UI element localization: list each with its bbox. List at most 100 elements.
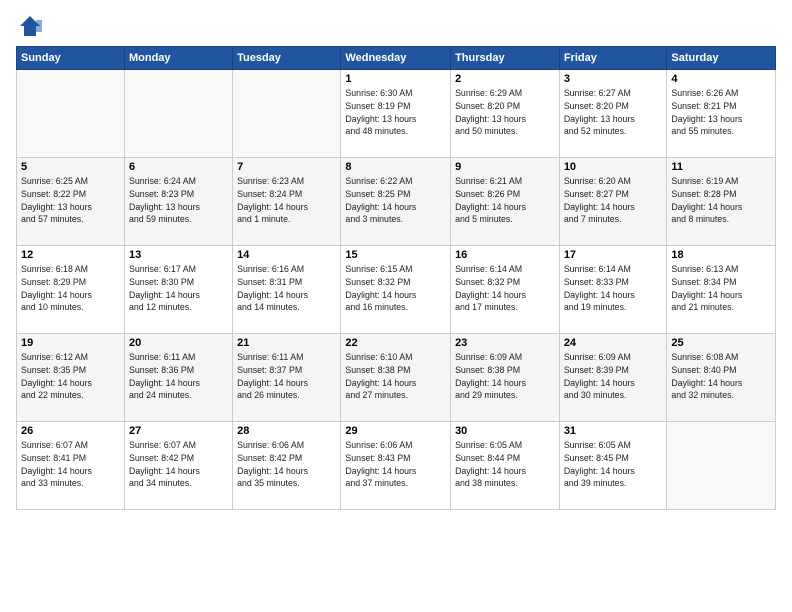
day-cell: 19 Sunrise: 6:12 AM Sunset: 8:35 PM Dayli…: [17, 334, 125, 422]
day-info: Sunrise: 6:05 AM Sunset: 8:44 PM Dayligh…: [455, 439, 555, 490]
day-cell: 26 Sunrise: 6:07 AM Sunset: 8:41 PM Dayli…: [17, 422, 125, 510]
day-info: Sunrise: 6:09 AM Sunset: 8:39 PM Dayligh…: [564, 351, 663, 402]
day-number: 23: [455, 337, 555, 349]
day-number: 7: [237, 161, 336, 173]
day-cell: 4 Sunrise: 6:26 AM Sunset: 8:21 PM Daylig…: [667, 70, 776, 158]
day-number: 19: [21, 337, 120, 349]
day-cell: 14 Sunrise: 6:16 AM Sunset: 8:31 PM Dayli…: [233, 246, 341, 334]
day-info: Sunrise: 6:26 AM Sunset: 8:21 PM Dayligh…: [671, 87, 771, 138]
calendar-body: 1 Sunrise: 6:30 AM Sunset: 8:19 PM Daylig…: [17, 70, 776, 510]
day-number: 5: [21, 161, 120, 173]
day-number: 6: [129, 161, 228, 173]
week-row-1: 5 Sunrise: 6:25 AM Sunset: 8:22 PM Daylig…: [17, 158, 776, 246]
day-cell: 6 Sunrise: 6:24 AM Sunset: 8:23 PM Daylig…: [124, 158, 232, 246]
day-cell: 15Sunrise: 6:15 AM Sunset: 8:32 PM Dayli…: [341, 246, 451, 334]
header-cell-sunday: Sunday: [17, 47, 125, 70]
day-number: 16: [455, 249, 555, 261]
day-cell: 23 Sunrise: 6:09 AM Sunset: 8:38 PM Dayli…: [451, 334, 560, 422]
day-cell: 5 Sunrise: 6:25 AM Sunset: 8:22 PM Daylig…: [17, 158, 125, 246]
day-cell: 21Sunrise: 6:11 AM Sunset: 8:37 PM Dayli…: [233, 334, 341, 422]
day-info: Sunrise: 6:23 AM Sunset: 8:24 PM Dayligh…: [237, 175, 336, 226]
day-number: 13: [129, 249, 228, 261]
day-info: Sunrise: 6:18 AM Sunset: 8:29 PM Dayligh…: [21, 263, 120, 314]
week-row-2: 12 Sunrise: 6:18 AM Sunset: 8:29 PM Dayli…: [17, 246, 776, 334]
day-info: Sunrise: 6:22 AM Sunset: 8:25 PM Dayligh…: [345, 175, 446, 226]
day-info: Sunrise: 6:19 AM Sunset: 8:28 PM Dayligh…: [671, 175, 771, 226]
day-number: 2: [455, 73, 555, 85]
week-row-3: 19 Sunrise: 6:12 AM Sunset: 8:35 PM Dayli…: [17, 334, 776, 422]
day-number: 26: [21, 425, 120, 437]
day-info: Sunrise: 6:09 AM Sunset: 8:38 PM Dayligh…: [455, 351, 555, 402]
day-number: 18: [671, 249, 771, 261]
week-row-4: 26 Sunrise: 6:07 AM Sunset: 8:41 PM Dayli…: [17, 422, 776, 510]
day-cell: 16 Sunrise: 6:14 AM Sunset: 8:32 PM Dayli…: [451, 246, 560, 334]
day-info: Sunrise: 6:12 AM Sunset: 8:35 PM Dayligh…: [21, 351, 120, 402]
day-number: 29: [345, 425, 446, 437]
day-info: Sunrise: 6:11 AM Sunset: 8:37 PM Dayligh…: [237, 351, 336, 402]
calendar-table: SundayMondayTuesdayWednesdayThursdayFrid…: [16, 46, 776, 510]
logo: [16, 12, 48, 40]
header-cell-monday: Monday: [124, 47, 232, 70]
header-cell-thursday: Thursday: [451, 47, 560, 70]
day-info: Sunrise: 6:16 AM Sunset: 8:31 PM Dayligh…: [237, 263, 336, 314]
day-number: 12: [21, 249, 120, 261]
header-cell-saturday: Saturday: [667, 47, 776, 70]
day-number: 31: [564, 425, 663, 437]
day-number: 24: [564, 337, 663, 349]
day-number: 4: [671, 73, 771, 85]
day-cell: 12 Sunrise: 6:18 AM Sunset: 8:29 PM Dayli…: [17, 246, 125, 334]
header-cell-wednesday: Wednesday: [341, 47, 451, 70]
day-cell: 27Sunrise: 6:07 AM Sunset: 8:42 PM Dayli…: [124, 422, 232, 510]
day-number: 17: [564, 249, 663, 261]
day-number: 14: [237, 249, 336, 261]
day-info: Sunrise: 6:05 AM Sunset: 8:45 PM Dayligh…: [564, 439, 663, 490]
day-number: 1: [345, 73, 446, 85]
day-cell: [124, 70, 232, 158]
logo-icon: [16, 12, 44, 40]
day-number: 11: [671, 161, 771, 173]
day-cell: 20 Sunrise: 6:11 AM Sunset: 8:36 PM Dayli…: [124, 334, 232, 422]
day-cell: 17 Sunrise: 6:14 AM Sunset: 8:33 PM Dayli…: [559, 246, 667, 334]
day-cell: [667, 422, 776, 510]
day-cell: 29 Sunrise: 6:06 AM Sunset: 8:43 PM Dayli…: [341, 422, 451, 510]
day-cell: 2Sunrise: 6:29 AM Sunset: 8:20 PM Daylig…: [451, 70, 560, 158]
day-cell: 18 Sunrise: 6:13 AM Sunset: 8:34 PM Dayli…: [667, 246, 776, 334]
day-cell: 24 Sunrise: 6:09 AM Sunset: 8:39 PM Dayli…: [559, 334, 667, 422]
day-info: Sunrise: 6:06 AM Sunset: 8:42 PM Dayligh…: [237, 439, 336, 490]
day-number: 8: [345, 161, 446, 173]
day-info: Sunrise: 6:30 AM Sunset: 8:19 PM Dayligh…: [345, 87, 446, 138]
day-info: Sunrise: 6:11 AM Sunset: 8:36 PM Dayligh…: [129, 351, 228, 402]
day-number: 3: [564, 73, 663, 85]
day-number: 10: [564, 161, 663, 173]
day-cell: 11 Sunrise: 6:19 AM Sunset: 8:28 PM Dayli…: [667, 158, 776, 246]
day-cell: 31 Sunrise: 6:05 AM Sunset: 8:45 PM Dayli…: [559, 422, 667, 510]
day-number: 15: [345, 249, 446, 261]
day-cell: 22Sunrise: 6:10 AM Sunset: 8:38 PM Dayli…: [341, 334, 451, 422]
day-info: Sunrise: 6:27 AM Sunset: 8:20 PM Dayligh…: [564, 87, 663, 138]
day-cell: [17, 70, 125, 158]
day-cell: 25Sunrise: 6:08 AM Sunset: 8:40 PM Dayli…: [667, 334, 776, 422]
day-info: Sunrise: 6:21 AM Sunset: 8:26 PM Dayligh…: [455, 175, 555, 226]
day-info: Sunrise: 6:07 AM Sunset: 8:41 PM Dayligh…: [21, 439, 120, 490]
day-number: 20: [129, 337, 228, 349]
day-cell: 1 Sunrise: 6:30 AM Sunset: 8:19 PM Daylig…: [341, 70, 451, 158]
header-cell-tuesday: Tuesday: [233, 47, 341, 70]
day-number: 25: [671, 337, 771, 349]
day-info: Sunrise: 6:24 AM Sunset: 8:23 PM Dayligh…: [129, 175, 228, 226]
header-row: SundayMondayTuesdayWednesdayThursdayFrid…: [17, 47, 776, 70]
calendar-header: SundayMondayTuesdayWednesdayThursdayFrid…: [17, 47, 776, 70]
day-number: 22: [345, 337, 446, 349]
day-info: Sunrise: 6:07 AM Sunset: 8:42 PM Dayligh…: [129, 439, 228, 490]
day-info: Sunrise: 6:14 AM Sunset: 8:32 PM Dayligh…: [455, 263, 555, 314]
day-info: Sunrise: 6:25 AM Sunset: 8:22 PM Dayligh…: [21, 175, 120, 226]
day-cell: 3 Sunrise: 6:27 AM Sunset: 8:20 PM Daylig…: [559, 70, 667, 158]
day-cell: 8 Sunrise: 6:22 AM Sunset: 8:25 PM Daylig…: [341, 158, 451, 246]
page: SundayMondayTuesdayWednesdayThursdayFrid…: [0, 0, 792, 612]
day-info: Sunrise: 6:06 AM Sunset: 8:43 PM Dayligh…: [345, 439, 446, 490]
day-cell: 7 Sunrise: 6:23 AM Sunset: 8:24 PM Daylig…: [233, 158, 341, 246]
day-cell: 28Sunrise: 6:06 AM Sunset: 8:42 PM Dayli…: [233, 422, 341, 510]
day-info: Sunrise: 6:14 AM Sunset: 8:33 PM Dayligh…: [564, 263, 663, 314]
day-info: Sunrise: 6:13 AM Sunset: 8:34 PM Dayligh…: [671, 263, 771, 314]
day-cell: 10Sunrise: 6:20 AM Sunset: 8:27 PM Dayli…: [559, 158, 667, 246]
day-cell: 9Sunrise: 6:21 AM Sunset: 8:26 PM Daylig…: [451, 158, 560, 246]
